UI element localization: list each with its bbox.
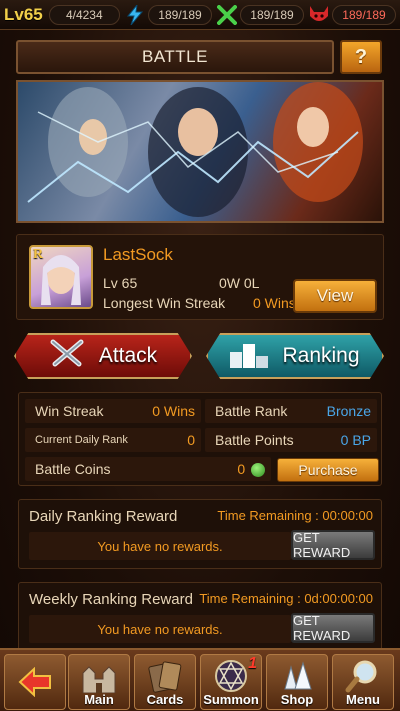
bottom-navigation: Main Cards 1 Summon Shop Menu [0, 648, 400, 711]
energy-stat: 189/189 [124, 4, 212, 26]
battle-points-row: Battle Points 0 BP [205, 428, 377, 452]
banner-illustration [27, 82, 363, 217]
player-level-label: Lv 65 [103, 275, 138, 291]
daily-reward-panel: Daily Ranking Reward Time Remaining : 00… [18, 499, 382, 569]
back-button[interactable] [4, 654, 66, 710]
battle-points-value: 0 BP [340, 432, 371, 448]
avatar[interactable]: R [29, 245, 93, 309]
nav-cards-label: Cards [146, 692, 184, 707]
longest-streak-label: Longest Win Streak [103, 295, 226, 311]
attack-button[interactable]: Attack [14, 333, 192, 379]
nav-menu[interactable]: Menu [332, 654, 394, 710]
attack-label: Attack [98, 344, 158, 367]
win-streak-value: 0 Wins [152, 403, 195, 419]
exp-counter: 4/4234 [48, 4, 120, 25]
daily-rank-row: Current Daily Rank 0 [25, 428, 201, 452]
crossed-swords-icon [49, 338, 85, 374]
daily-rank-value: 0 [187, 432, 195, 448]
win-streak-row: Win Streak 0 Wins [25, 399, 201, 423]
battle-coins-row: Battle Coins 0 [25, 457, 271, 481]
player-name: LastSock [103, 245, 173, 264]
demon-value: 189/189 [332, 4, 396, 25]
back-arrow-icon [18, 666, 52, 702]
battle-points-label: Battle Points [215, 432, 294, 448]
rarity-letter: R [33, 247, 44, 262]
podium-icon [230, 338, 269, 374]
battle-rank-label: Battle Rank [215, 403, 288, 419]
longest-streak-value: 0 Wins [253, 295, 296, 311]
weekly-get-reward-button[interactable]: GET REWARD [291, 613, 375, 643]
nav-shop-label: Shop [280, 692, 314, 707]
energy-value: 189/189 [148, 4, 212, 25]
summon-badge: 1 [248, 655, 257, 672]
ranking-button[interactable]: Ranking [206, 333, 384, 379]
player-level: Lv65 [4, 4, 43, 24]
swords-value: 189/189 [240, 4, 304, 25]
battle-coins-label: Battle Coins [35, 461, 111, 477]
view-button[interactable]: View [293, 279, 377, 313]
battle-coin-icon [251, 463, 265, 478]
help-button[interactable]: ? [340, 40, 382, 74]
battle-rank-row: Battle Rank Bronze [205, 399, 377, 423]
weekly-reward-title: Weekly Ranking Reward [29, 591, 193, 608]
nav-shop[interactable]: Shop [266, 654, 328, 710]
win-streak-label: Win Streak [35, 403, 104, 419]
daily-time-remaining: Time Remaining : 00:00:00 [217, 508, 373, 523]
status-bar: Lv65 4/4234 189/189 189/189 189/189 [0, 0, 400, 30]
ranking-label: Ranking [282, 344, 360, 367]
daily-get-reward-button[interactable]: GET REWARD [291, 530, 375, 560]
swords-stat: 189/189 [216, 4, 304, 26]
demon-stat: 189/189 [308, 4, 396, 26]
nav-main-label: Main [84, 692, 114, 707]
player-profile-card: R LastSock Lv 65 0W 0L Longest Win Strea… [16, 234, 384, 320]
weekly-reward-panel: Weekly Ranking Reward Time Remaining : 0… [18, 582, 382, 652]
nav-summon[interactable]: 1 Summon [200, 654, 262, 710]
win-loss-record: 0W 0L [219, 275, 260, 291]
battle-banner-art [16, 80, 384, 223]
demon-head-icon [308, 4, 330, 26]
page-title: BATTLE [16, 40, 334, 74]
lightning-icon [124, 4, 146, 26]
weekly-reward-message: You have no rewards. [29, 615, 291, 643]
purchase-button[interactable]: Purchase [277, 458, 379, 482]
battle-stats-panel: Win Streak 0 Wins Battle Rank Bronze Cur… [18, 392, 382, 486]
battle-rank-value: Bronze [326, 403, 371, 419]
nav-main[interactable]: Main [68, 654, 130, 710]
nav-menu-label: Menu [346, 692, 380, 707]
nav-summon-label: Summon [203, 692, 259, 707]
weekly-time-remaining: Time Remaining : 0d:00:00:00 [199, 591, 373, 606]
daily-reward-message: You have no rewards. [29, 532, 291, 560]
daily-reward-title: Daily Ranking Reward [29, 508, 178, 525]
battle-coins-value: 0 [237, 460, 246, 477]
crossed-swords-icon [216, 4, 238, 26]
daily-rank-label: Current Daily Rank [35, 434, 128, 446]
nav-cards[interactable]: Cards [134, 654, 196, 710]
